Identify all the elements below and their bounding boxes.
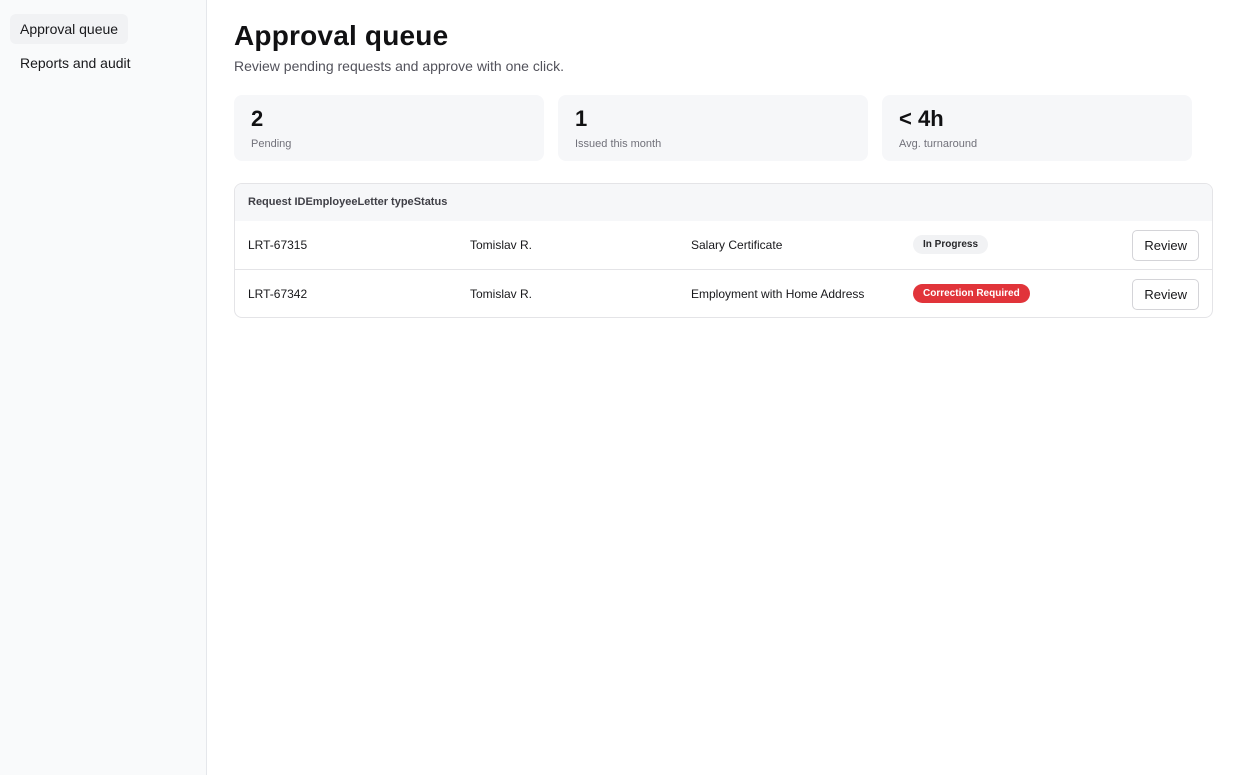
stat-value: 2 <box>251 106 264 131</box>
page-subtitle: Review pending requests and approve with… <box>234 58 564 74</box>
stat-card-turnaround: < 4h Avg. turnaround <box>882 95 1192 161</box>
stat-value: 1 <box>575 106 588 131</box>
column-header-letter-type: Letter type <box>357 196 414 208</box>
letter-type-cell: Employment with Home Address <box>691 287 865 301</box>
table-row: LRT-67342 Tomislav R. Employment with Ho… <box>235 269 1212 317</box>
sidebar: Approval queue Reports and audit <box>0 0 207 775</box>
stat-value: < 4h <box>899 106 944 131</box>
status-badge: In Progress <box>913 235 989 254</box>
status-cell: Correction Required <box>913 284 1030 303</box>
status-badge: Correction Required <box>913 284 1030 303</box>
sidebar-item-approval-queue[interactable]: Approval queue <box>10 14 129 44</box>
stat-label: Issued this month <box>575 138 662 150</box>
stat-card-issued: 1 Issued this month <box>558 95 868 161</box>
column-header-employee: Employee <box>305 196 358 208</box>
review-button[interactable]: Review <box>1132 230 1199 261</box>
request-id-cell: LRT-67342 <box>248 287 308 301</box>
page-title: Approval queue <box>234 20 449 51</box>
employee-cell: Tomislav R. <box>470 238 533 252</box>
column-header-request-id: Request ID <box>248 196 306 208</box>
letter-type-cell: Salary Certificate <box>691 238 783 252</box>
employee-cell: Tomislav R. <box>470 287 533 301</box>
stats-row: 2 Pending 1 Issued this month < 4h Avg. … <box>234 95 1194 161</box>
stat-label: Pending <box>251 138 292 150</box>
status-cell: In Progress <box>913 235 989 254</box>
sidebar-item-reports-and-audit[interactable]: Reports and audit <box>10 48 141 78</box>
review-button[interactable]: Review <box>1132 279 1199 310</box>
request-id-cell: LRT-67315 <box>248 238 308 252</box>
stat-label: Avg. turnaround <box>899 138 978 150</box>
column-header-status: Status <box>413 196 448 208</box>
requests-table: Request IDEmployeeLetter typeStatus LRT-… <box>234 183 1213 318</box>
table-row: LRT-67315 Tomislav R. Salary Certificate… <box>235 221 1212 269</box>
stat-card-pending: 2 Pending <box>234 95 544 161</box>
table-header: Request IDEmployeeLetter typeStatus <box>235 184 1212 221</box>
